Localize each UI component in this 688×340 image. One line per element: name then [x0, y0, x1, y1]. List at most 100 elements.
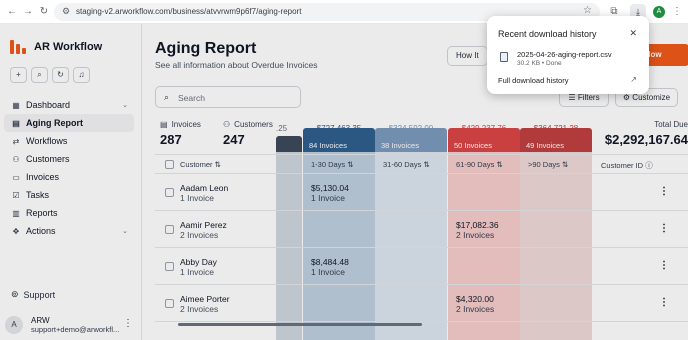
row-actions-icon[interactable]: ⋮: [659, 260, 669, 271]
sidebar-item-dashboard[interactable]: ▦ Dashboard ⌄: [4, 96, 134, 114]
bucket-61-90-amount: $4,320.00: [456, 294, 494, 304]
how-it-works-button[interactable]: How It: [447, 46, 488, 66]
sort-icon[interactable]: ⇅: [215, 160, 221, 169]
page-subtitle: See all information about Overdue Invoic…: [155, 60, 318, 70]
customer-name[interactable]: Aadam Leon: [180, 183, 228, 193]
user-profile[interactable]: A ARW support+demo@arworkfl... ⋮: [5, 314, 137, 336]
chevron-down-icon[interactable]: ⌄: [122, 227, 128, 235]
customer-name[interactable]: Aimee Porter: [180, 294, 230, 304]
column-customer[interactable]: Customer ⇅: [180, 160, 221, 169]
sidebar-item-workflows[interactable]: ⇄ Workflows: [4, 132, 134, 150]
column-customer-label: Customer: [180, 160, 213, 169]
total-due-label: Total Due: [654, 120, 688, 129]
bucket-bar: [276, 136, 302, 152]
select-all-checkbox[interactable]: [165, 160, 174, 169]
column-customer-id-label: Customer ID: [601, 161, 644, 170]
download-file-name[interactable]: 2025-04-26-aging-report.csv: [517, 50, 612, 59]
reload-icon[interactable]: ↻: [38, 6, 50, 18]
sidebar-item-aging-report[interactable]: ▤ Aging Report: [4, 114, 134, 132]
quick-tools: + ⌕ ↻ ♫: [10, 67, 90, 83]
url-text[interactable]: staging-v2.arworkflow.com/business/atvvr…: [76, 7, 301, 16]
row-actions-icon[interactable]: ⋮: [659, 186, 669, 197]
sort-icon[interactable]: ⇅: [562, 160, 568, 169]
sidebar-item-label: Actions: [26, 226, 56, 236]
sidebar-nav: ▦ Dashboard ⌄ ▤ Aging Report ⇄ Workflows…: [4, 96, 134, 240]
popup-title: Recent download history: [498, 29, 597, 39]
bucket-amount: .25: [276, 124, 288, 133]
help-icon[interactable]: ⓘ: [645, 161, 653, 170]
actions-icon: ✥: [12, 226, 20, 236]
customer-invoice-count: 2 Invoices: [180, 304, 219, 314]
bucket-1-30-amount: $8,484.48: [311, 257, 349, 267]
sort-icon[interactable]: ⇅: [347, 160, 353, 169]
site-info-icon[interactable]: ⚙: [62, 6, 70, 17]
column-1-30[interactable]: 1-30 Days ⇅: [311, 160, 354, 169]
sidebar-item-actions[interactable]: ✥ Actions ⌄: [4, 222, 134, 240]
help-icon: ⊚: [11, 289, 19, 299]
invoice-icon: ▭: [12, 172, 20, 182]
external-link-icon[interactable]: ↗: [630, 75, 637, 84]
sidebar-item-label: Workflows: [26, 136, 68, 146]
bucket-invoice-count: 50 Invoices: [448, 139, 520, 152]
full-download-history-link[interactable]: Full download history: [498, 76, 568, 85]
row-checkbox[interactable]: [165, 188, 174, 197]
sort-icon[interactable]: ⇅: [423, 160, 429, 169]
horizontal-scrollbar[interactable]: [178, 323, 422, 326]
avatar: A: [5, 316, 23, 334]
sidebar-item-customers[interactable]: ⚇ Customers: [4, 150, 134, 168]
brand[interactable]: AR Workflow: [10, 40, 102, 54]
support-label: Support: [23, 289, 56, 300]
row-checkbox[interactable]: [165, 225, 174, 234]
search-input[interactable]: ⌕ Search: [155, 86, 301, 108]
customer-invoice-count: 1 Invoice: [180, 193, 215, 203]
users-icon: ⚇: [223, 120, 231, 129]
table-row[interactable]: Aimee Porter 2 Invoices $4,320.00 2 Invoice…: [155, 285, 688, 322]
user-email: support+demo@arworkfl...: [31, 325, 120, 334]
column-90-plus[interactable]: >90 Days ⇅: [528, 160, 568, 169]
table-row[interactable]: Aamir Perez 2 Invoices $17,082.36 2 Invoice…: [155, 211, 688, 248]
bucket-1-30-invoices: 1 Invoice: [311, 193, 346, 203]
profile-avatar[interactable]: A: [653, 6, 665, 18]
customers-stat-value: 247: [223, 132, 245, 147]
column-31-60[interactable]: 31-60 Days ⇅: [383, 160, 430, 169]
bell-icon[interactable]: ♫: [73, 67, 90, 83]
customer-name[interactable]: Aamir Perez: [180, 220, 227, 230]
sidebar-item-tasks[interactable]: ☑ Tasks: [4, 186, 134, 204]
sidebar-item-label: Dashboard: [26, 100, 71, 110]
chart-icon: ▥: [12, 208, 20, 218]
row-actions-icon[interactable]: ⋮: [659, 297, 669, 308]
invoice-icon: ▤: [160, 120, 168, 129]
sidebar-item-reports[interactable]: ▥ Reports: [4, 204, 134, 222]
search-placeholder: Search: [178, 93, 205, 103]
column-customer-id[interactable]: Customer ID ⓘ: [601, 160, 653, 171]
search-icon[interactable]: ⌕: [31, 67, 48, 83]
invoices-stat: ▤ Invoices 287: [160, 120, 201, 147]
column-31-60-label: 31-60 Days: [383, 160, 422, 169]
forward-arrow-icon[interactable]: →: [22, 6, 34, 18]
sidebar: AR Workflow + ⌕ ↻ ♫ ▦ Dashboard ⌄ ▤ Agin…: [0, 24, 142, 340]
row-checkbox[interactable]: [165, 299, 174, 308]
customer-invoice-count: 1 Invoice: [180, 267, 215, 277]
chevron-down-icon[interactable]: ⌄: [122, 101, 128, 109]
more-vertical-icon[interactable]: ⋮: [123, 318, 133, 329]
row-actions-icon[interactable]: ⋮: [659, 223, 669, 234]
customer-name[interactable]: Abby Day: [180, 257, 217, 267]
close-icon[interactable]: ✕: [629, 28, 637, 39]
tasks-icon: ☑: [12, 190, 20, 200]
bookmark-star-icon[interactable]: ☆: [583, 5, 592, 16]
table-row[interactable]: Aadam Leon 1 Invoice $5,130.04 1 Invoice ⋮: [155, 174, 688, 211]
back-arrow-icon[interactable]: ←: [6, 6, 18, 18]
sidebar-item-invoices[interactable]: ▭ Invoices: [4, 168, 134, 186]
support-link[interactable]: ⊚ Support: [11, 289, 55, 300]
sync-icon[interactable]: ↻: [52, 67, 69, 83]
browser-menu-icon[interactable]: ⋮: [671, 6, 683, 18]
bucket-invoice-count: 38 Invoices: [375, 139, 447, 152]
row-checkbox[interactable]: [165, 262, 174, 271]
customer-invoice-count: 2 Invoices: [180, 230, 219, 240]
sidebar-item-label: Customers: [26, 154, 70, 164]
table-row[interactable]: Abby Day 1 Invoice $8,484.48 1 Invoice ⋮: [155, 248, 688, 285]
column-61-90[interactable]: 61-90 Days ⇅: [456, 160, 503, 169]
add-icon[interactable]: +: [10, 67, 27, 83]
column-61-90-label: 61-90 Days: [456, 160, 495, 169]
sort-icon[interactable]: ⇅: [496, 160, 502, 169]
